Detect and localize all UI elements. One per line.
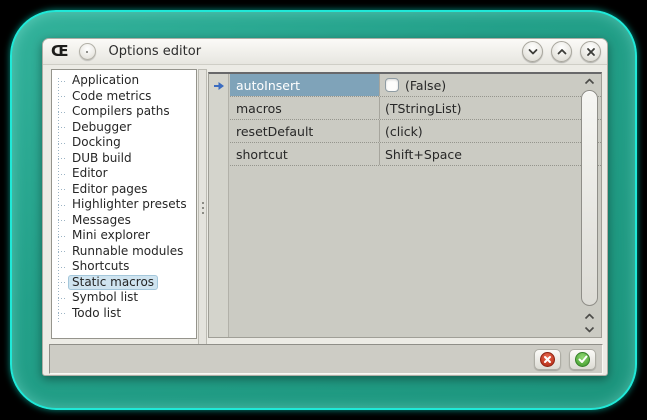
chevron-up-icon bbox=[584, 313, 595, 321]
tree-branch-line bbox=[58, 298, 67, 299]
options-category-tree[interactable]: ApplicationCode metricsCompilers pathsDe… bbox=[51, 69, 197, 339]
tree-item-label: Mini explorer bbox=[68, 228, 154, 243]
tree-item-runnable-modules[interactable]: Runnable modules bbox=[52, 244, 196, 260]
chevron-down-icon bbox=[584, 325, 595, 333]
window-menu-button[interactable] bbox=[79, 43, 96, 60]
titlebar[interactable]: Œ Options editor bbox=[43, 39, 607, 65]
tree-branch-line bbox=[58, 189, 67, 190]
maximize-button[interactable] bbox=[551, 41, 572, 62]
tree-item-label: Todo list bbox=[68, 306, 125, 321]
window-title: Options editor bbox=[109, 44, 202, 59]
tree-branch-line bbox=[58, 205, 67, 206]
chevron-up-icon bbox=[584, 78, 595, 86]
tree-item-mini-explorer[interactable]: Mini explorer bbox=[52, 228, 196, 244]
tree-branch-line bbox=[58, 267, 67, 268]
scroll-up-button[interactable] bbox=[580, 76, 599, 88]
screenshot-stage: Œ Options editor bbox=[0, 0, 647, 420]
options-editor-window: Œ Options editor bbox=[42, 38, 608, 376]
tree-item-label: Runnable modules bbox=[68, 244, 187, 259]
property-name: shortcut bbox=[230, 143, 380, 165]
checkbox-unchecked-icon[interactable] bbox=[385, 78, 399, 92]
property-value[interactable]: (TStringList) bbox=[380, 97, 601, 119]
tree-branch-line bbox=[58, 174, 67, 175]
property-grid-gutter bbox=[209, 74, 229, 337]
property-grid[interactable]: autoInsert (False) macros (TStringList) rese… bbox=[208, 72, 602, 338]
titlebar-buttons bbox=[522, 41, 601, 62]
cancel-button[interactable] bbox=[534, 349, 561, 370]
tree-branch-line bbox=[58, 96, 67, 97]
minimize-button[interactable] bbox=[522, 41, 543, 62]
tree-item-label: Editor bbox=[68, 166, 112, 181]
scroll-down-button[interactable] bbox=[580, 323, 599, 335]
property-row-autoinsert[interactable]: autoInsert (False) bbox=[230, 74, 601, 97]
tree-item-editor[interactable]: Editor bbox=[52, 166, 196, 182]
scrollbar-thumb[interactable] bbox=[581, 90, 598, 306]
property-row-macros[interactable]: macros (TStringList) bbox=[230, 97, 601, 120]
tree-item-label: Messages bbox=[68, 213, 135, 228]
property-value[interactable]: (False) bbox=[380, 74, 601, 96]
tree-item-static-macros[interactable]: Static macros bbox=[52, 275, 196, 291]
property-value-text: Shift+Space bbox=[385, 147, 462, 162]
tree-branch-line bbox=[58, 236, 67, 237]
tree-item-code-metrics[interactable]: Code metrics bbox=[52, 89, 196, 105]
property-name: autoInsert bbox=[230, 74, 380, 96]
tree-branch-line bbox=[58, 143, 67, 144]
chevron-down-icon bbox=[527, 46, 539, 58]
tree-item-label: Docking bbox=[68, 135, 125, 150]
tree-item-label: Editor pages bbox=[68, 182, 152, 197]
tree-branch-line bbox=[58, 251, 67, 252]
tree-list: ApplicationCode metricsCompilers pathsDe… bbox=[52, 73, 196, 321]
property-value[interactable]: (click) bbox=[380, 120, 601, 142]
tree-item-application[interactable]: Application bbox=[52, 73, 196, 89]
tree-branch-line bbox=[58, 81, 67, 82]
close-icon bbox=[585, 46, 597, 58]
chevron-up-icon bbox=[556, 46, 568, 58]
accept-button[interactable] bbox=[569, 349, 596, 370]
green-check-icon bbox=[575, 352, 590, 367]
property-value-text: (click) bbox=[385, 124, 423, 139]
property-name: macros bbox=[230, 97, 380, 119]
property-value[interactable]: Shift+Space bbox=[380, 143, 601, 165]
tree-item-compilers-paths[interactable]: Compilers paths bbox=[52, 104, 196, 120]
red-cross-icon bbox=[540, 352, 555, 367]
tree-item-label: Compilers paths bbox=[68, 104, 174, 119]
tree-item-label: Code metrics bbox=[68, 89, 155, 104]
tree-branch-line bbox=[58, 220, 67, 221]
tree-item-highlighter-presets[interactable]: Highlighter presets bbox=[52, 197, 196, 213]
tree-branch-line bbox=[58, 282, 67, 283]
property-grid-rows: autoInsert (False) macros (TStringList) rese… bbox=[230, 74, 601, 166]
property-value-text: (False) bbox=[405, 78, 446, 93]
close-button[interactable] bbox=[580, 41, 601, 62]
blue-arrow-icon bbox=[213, 81, 225, 91]
tree-item-label: Static macros bbox=[68, 275, 158, 290]
tree-item-label: Application bbox=[68, 73, 143, 88]
splitter-grip-icon bbox=[202, 202, 204, 215]
vertical-scrollbar[interactable] bbox=[580, 76, 599, 335]
tree-item-dub-build[interactable]: DUB build bbox=[52, 151, 196, 167]
tree-item-shortcuts[interactable]: Shortcuts bbox=[52, 259, 196, 275]
tree-item-editor-pages[interactable]: Editor pages bbox=[52, 182, 196, 198]
tree-item-todo-list[interactable]: Todo list bbox=[52, 306, 196, 322]
tree-item-label: Highlighter presets bbox=[68, 197, 191, 212]
tree-item-label: Debugger bbox=[68, 120, 135, 135]
tree-branch-line bbox=[58, 158, 67, 159]
tree-branch-line bbox=[58, 313, 67, 314]
tree-item-debugger[interactable]: Debugger bbox=[52, 120, 196, 136]
tree-item-label: Symbol list bbox=[68, 290, 142, 305]
property-row-shortcut[interactable]: shortcut Shift+Space bbox=[230, 143, 601, 166]
tree-branch-line bbox=[58, 112, 67, 113]
tree-item-label: Shortcuts bbox=[68, 259, 133, 274]
property-value-text: (TStringList) bbox=[385, 101, 462, 116]
footer-bar bbox=[49, 344, 603, 374]
panel-splitter[interactable] bbox=[198, 69, 207, 345]
property-row-resetdefault[interactable]: resetDefault (click) bbox=[230, 120, 601, 143]
property-name: resetDefault bbox=[230, 120, 380, 142]
tree-item-label: DUB build bbox=[68, 151, 136, 166]
tree-item-docking[interactable]: Docking bbox=[52, 135, 196, 151]
tree-item-symbol-list[interactable]: Symbol list bbox=[52, 290, 196, 306]
tree-branch-line bbox=[58, 127, 67, 128]
tree-item-messages[interactable]: Messages bbox=[52, 213, 196, 229]
scroll-up-button-bottom[interactable] bbox=[580, 311, 599, 323]
coedit-logo-icon: Œ bbox=[51, 44, 69, 59]
